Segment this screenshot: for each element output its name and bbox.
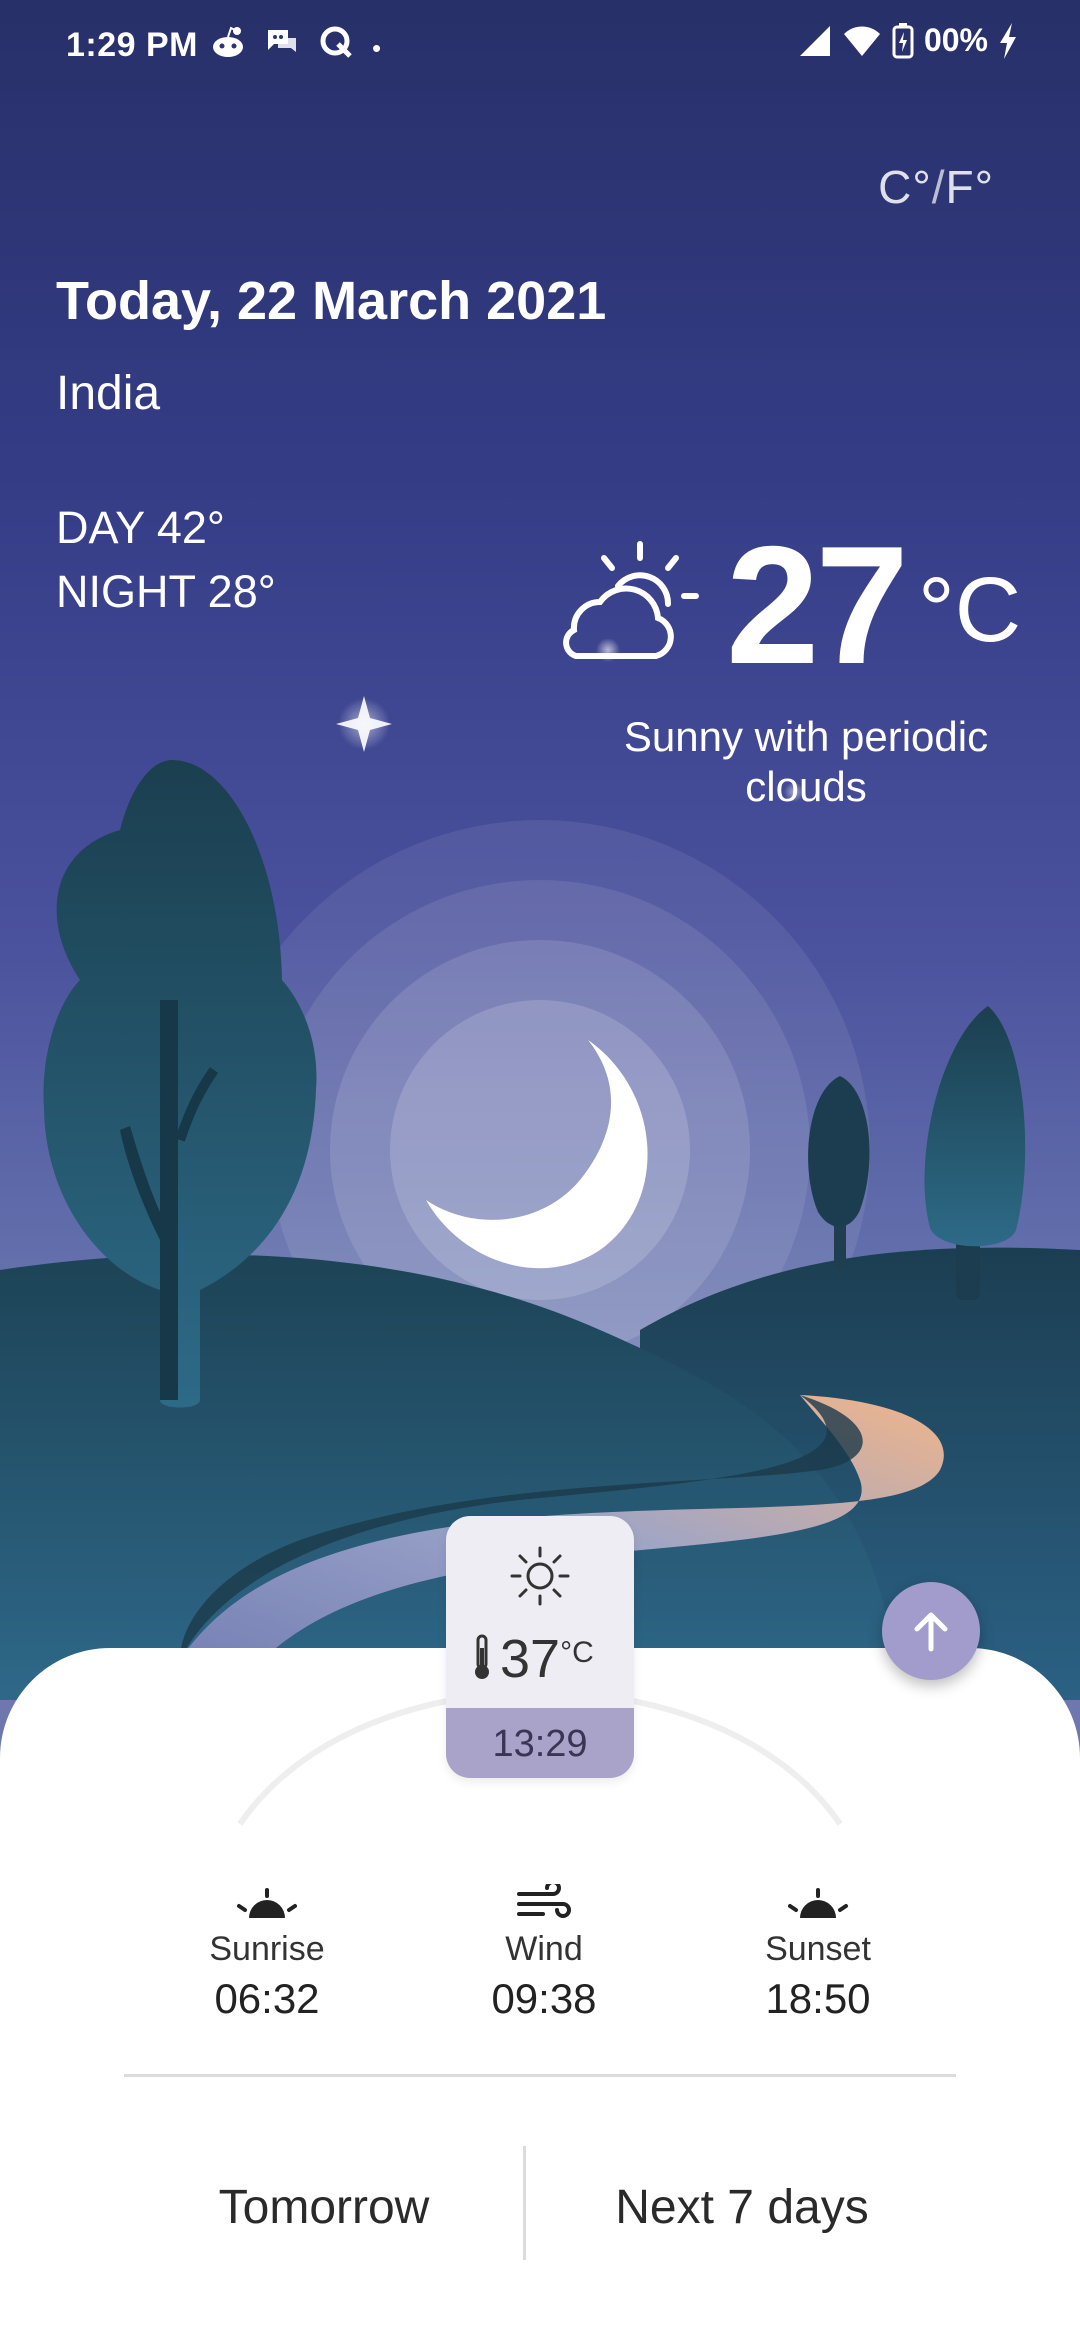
sun-icon [510, 1546, 570, 1606]
sunrise-icon [237, 1888, 297, 1918]
wind-value: 09:38 [491, 1975, 597, 2022]
sunset-stat: Sunset 18:50 [708, 1880, 928, 2023]
thermometer-icon [475, 1634, 489, 1679]
battery-percent: 00% [923, 22, 988, 58]
tab-tomorrow[interactable]: Tomorrow [144, 2180, 504, 2235]
fahrenheit-option[interactable]: F° [946, 161, 995, 213]
card-temp-value: 37 [500, 1629, 561, 1689]
notification-icons: • [210, 24, 381, 71]
section-divider [124, 2074, 956, 2077]
card-time: 13:29 [446, 1708, 634, 1778]
card-temp: 37 °C [472, 1628, 594, 1690]
sunset-icon [788, 1888, 848, 1918]
card-temp-unit: °C [560, 1636, 594, 1669]
reddit-icon [210, 25, 246, 70]
day-temp: DAY 42° [56, 502, 225, 553]
unit-separator: / [931, 161, 946, 213]
current-temp: 27 [726, 511, 909, 699]
weather-app-screen: 1:29 PM • 00% C°/F° Today, 22 March 2021… [0, 0, 1080, 2340]
current-time-card: 37 °C 13:29 [446, 1516, 634, 1778]
sunrise-stat: Sunrise 06:32 [157, 1880, 377, 2023]
sunset-value: 18:50 [765, 1975, 871, 2022]
charging-icon [1000, 22, 1016, 59]
partly-cloudy-icon [563, 541, 699, 659]
current-temp-unit: °C [918, 559, 1022, 661]
wind-icon [517, 1884, 571, 1918]
tab-next-7-days[interactable]: Next 7 days [562, 2180, 922, 2235]
unit-toggle[interactable]: C°/F° [878, 160, 994, 214]
star-icon [336, 696, 392, 752]
scroll-up-button[interactable] [882, 1582, 980, 1680]
wind-label: Wind [505, 1930, 583, 1968]
day-night-temps: DAY 42° NIGHT 28° [56, 496, 276, 624]
sunrise-value: 06:32 [214, 1975, 320, 2022]
notification-dot: • [372, 32, 382, 63]
wifi-icon [843, 26, 880, 56]
tab-divider [523, 2146, 526, 2260]
location-label: India [56, 367, 161, 420]
wind-stat: Wind 09:38 [434, 1880, 654, 2023]
night-landscape-illustration [0, 638, 1080, 1700]
weather-condition: Sunny with periodic clouds [623, 713, 989, 810]
q-app-icon [318, 24, 354, 71]
celsius-option[interactable]: C° [878, 161, 932, 213]
chat-icon [264, 26, 300, 69]
night-temp: NIGHT 28° [56, 566, 276, 617]
arrow-up-icon [914, 1612, 948, 1652]
signal-icon [799, 25, 830, 56]
date-heading: Today, 22 March 2021 [56, 271, 607, 331]
sunrise-label: Sunrise [209, 1930, 325, 1968]
status-time: 1:29 PM [66, 26, 198, 64]
battery-icon [892, 22, 914, 58]
system-icons: 00% [798, 22, 1018, 59]
status-bar: 1:29 PM • 00% [0, 0, 1080, 96]
sunset-label: Sunset [765, 1930, 871, 1968]
